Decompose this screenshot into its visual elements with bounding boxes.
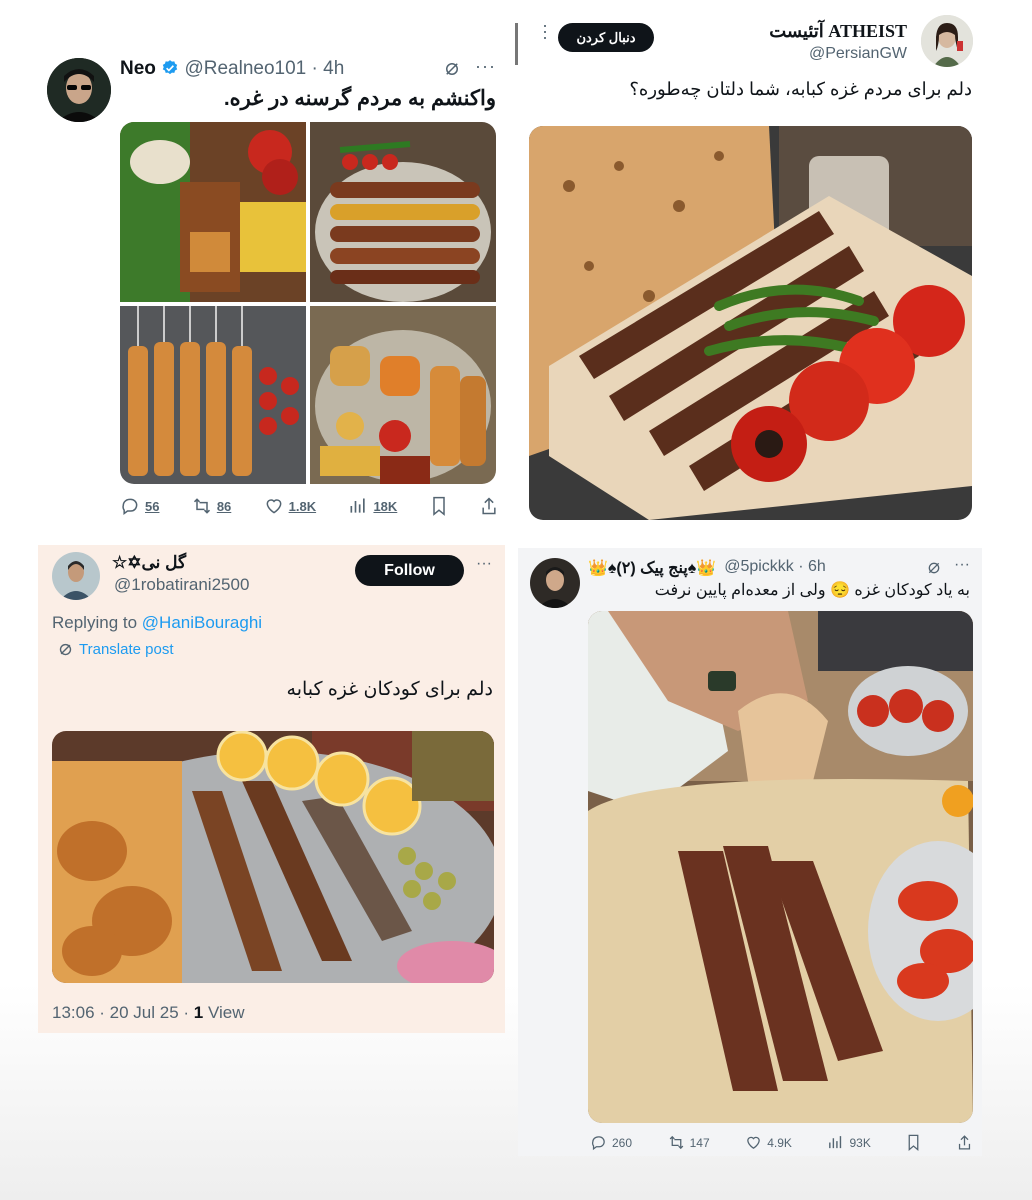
- more-options-icon[interactable]: ···: [476, 555, 492, 573]
- like-button[interactable]: 4.9K: [745, 1134, 792, 1151]
- views-count: 1: [193, 1003, 204, 1022]
- reply-icon: [592, 1136, 605, 1151]
- avatar[interactable]: [530, 558, 580, 608]
- more-options-icon[interactable]: ···: [954, 556, 970, 574]
- verified-badge-icon: [161, 59, 179, 77]
- grok-icon[interactable]: [926, 560, 942, 581]
- avatar[interactable]: [921, 15, 973, 67]
- retweet-count: 86: [216, 498, 232, 514]
- bookmark-button[interactable]: [430, 496, 448, 516]
- avatar[interactable]: [52, 552, 100, 600]
- author-name[interactable]: گل نی✡︎☆: [112, 553, 262, 573]
- views-count: 93K: [849, 1135, 871, 1150]
- post-date[interactable]: 13:06 · 20 Jul 25 ·: [52, 1003, 189, 1022]
- translate-post[interactable]: Translate post: [58, 641, 174, 658]
- translate-icon: [59, 643, 72, 656]
- like-count: 1.8K: [288, 498, 317, 514]
- reply-count: 56: [145, 498, 160, 514]
- translate-link[interactable]: Translate post: [79, 641, 174, 658]
- avatar[interactable]: [47, 58, 111, 122]
- author-handle[interactable]: @1robatirani2500: [114, 575, 249, 595]
- views-count: 18K: [373, 498, 398, 514]
- retweet-button[interactable]: 86: [192, 496, 231, 516]
- replying-to: Replying to @HaniBouraghi: [52, 613, 262, 633]
- grok-icon[interactable]: [443, 60, 461, 83]
- views-icon: [350, 498, 366, 513]
- heart-icon: [747, 1136, 761, 1149]
- replying-label: Replying to: [52, 613, 138, 632]
- tweet-card-neo: Neo @Realneo101 · 4h ··· واکنشم به مردم …: [38, 48, 510, 530]
- media-photo-1[interactable]: [120, 122, 306, 302]
- share-button[interactable]: [480, 496, 498, 516]
- reply-icon: [122, 498, 138, 515]
- author-handle[interactable]: @Realneo101: [184, 58, 306, 79]
- reply-button[interactable]: 260: [590, 1134, 632, 1151]
- author-row: Neo @Realneo101 · 4h: [120, 58, 344, 80]
- retweet-icon: [193, 498, 210, 514]
- retweet-icon: [669, 1135, 683, 1150]
- author-row: @5pickkk · 6h 👑♠پنج پیک (۲)♠👑: [588, 558, 948, 578]
- media-photo-4[interactable]: [310, 306, 496, 484]
- like-count: 4.9K: [767, 1135, 792, 1150]
- follow-button[interactable]: Follow: [355, 555, 464, 586]
- views-label: View: [207, 1003, 245, 1022]
- more-options-icon[interactable]: ···: [475, 56, 496, 77]
- tweet-card-gol-ni: گل نی✡︎☆ @1robatirani2500 Follow ··· Rep…: [38, 545, 505, 1033]
- bookmark-button[interactable]: [906, 1134, 921, 1151]
- author-name[interactable]: 👑♠پنج پیک (۲)♠👑: [588, 558, 716, 578]
- post-text: دلم برای کودکان غزه کبابه: [286, 679, 493, 700]
- retweet-count: 147: [689, 1135, 710, 1150]
- reply-count: 260: [612, 1135, 633, 1150]
- post-text: واکنشم به مردم گرسنه در غره.: [223, 87, 496, 110]
- retweet-button[interactable]: 147: [668, 1134, 710, 1151]
- media-photo[interactable]: [52, 731, 494, 983]
- author-handle[interactable]: @PersianGW: [809, 45, 907, 63]
- follow-button[interactable]: دنبال کردن: [558, 23, 654, 52]
- media-photo-2[interactable]: [310, 122, 496, 302]
- post-meta: 13:06 · 20 Jul 25 · 1 View: [52, 1003, 245, 1023]
- heart-icon: [266, 499, 282, 514]
- post-text: دلم برای مردم غزه کبابه، شما دلتان چه‌طو…: [629, 79, 972, 99]
- tweet-card-5pickkk: @5pickkk · 6h 👑♠پنج پیک (۲)♠👑 ··· به یاد…: [518, 548, 982, 1156]
- media-photo[interactable]: [588, 611, 973, 1123]
- views-icon: [829, 1136, 842, 1149]
- action-bar: 260 147 4.9K 93K: [590, 1134, 972, 1151]
- like-button[interactable]: 1.8K: [264, 496, 316, 516]
- share-icon: [482, 497, 496, 515]
- action-bar: 56 86 1.8K 18K: [120, 496, 498, 516]
- bookmark-icon: [909, 1134, 919, 1151]
- author-name[interactable]: Neo: [120, 58, 156, 79]
- post-time[interactable]: · 4h: [312, 58, 345, 79]
- share-button[interactable]: [957, 1134, 972, 1151]
- tweet-card-atheist: ··· دنبال کردن ATHEIST آتئیست @PersianGW…: [515, 5, 992, 535]
- media-photo-3[interactable]: [120, 306, 306, 484]
- views-button[interactable]: 93K: [827, 1134, 871, 1151]
- reply-button[interactable]: 56: [120, 496, 159, 516]
- media-photo[interactable]: [529, 126, 972, 520]
- author-name[interactable]: ATHEIST آتئیست: [769, 21, 907, 42]
- more-vertical-icon[interactable]: ···: [535, 23, 556, 41]
- share-icon: [958, 1135, 971, 1150]
- author-handle[interactable]: @5pickkk · 6h: [724, 558, 826, 578]
- bookmark-icon: [432, 496, 445, 516]
- post-text: به یاد کودکان غزه 😔 ولی از معده‌ام پایین…: [654, 582, 970, 599]
- divider-bar: [515, 23, 518, 65]
- views-button[interactable]: 18K: [348, 496, 397, 516]
- replying-handle-link[interactable]: @HaniBouraghi: [142, 613, 262, 632]
- media-grid[interactable]: [120, 122, 496, 484]
